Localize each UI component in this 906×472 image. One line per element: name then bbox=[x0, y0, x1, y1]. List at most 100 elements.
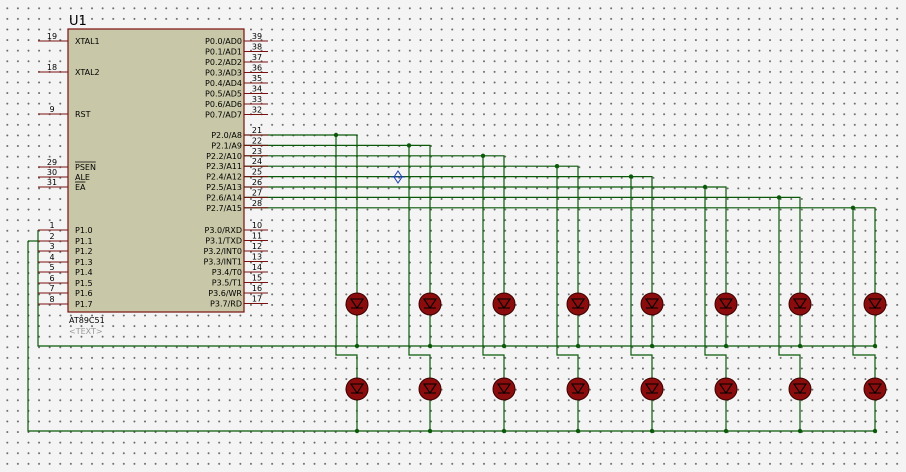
pin-number: 19 bbox=[47, 32, 57, 41]
led-r2-c8[interactable] bbox=[863, 377, 887, 401]
led-body bbox=[492, 292, 516, 316]
pin-number: 27 bbox=[252, 188, 262, 197]
led-r1-c2[interactable] bbox=[418, 292, 442, 316]
pin-number: 23 bbox=[252, 147, 262, 156]
pin-label: P3.7/RD bbox=[210, 300, 242, 309]
led-r1-c4[interactable] bbox=[566, 292, 590, 316]
pin-number: 34 bbox=[252, 85, 262, 94]
pin-number: 11 bbox=[252, 232, 262, 241]
led-r1-c8[interactable] bbox=[863, 292, 887, 316]
led-body bbox=[566, 292, 590, 316]
led-body bbox=[863, 292, 887, 316]
led-r1-c5[interactable] bbox=[640, 292, 664, 316]
pin-number: 39 bbox=[252, 32, 262, 41]
pin-number: 6 bbox=[49, 274, 54, 283]
pin-number: 30 bbox=[47, 168, 57, 177]
led-body bbox=[418, 292, 442, 316]
led-body bbox=[492, 377, 516, 401]
pin-number: 22 bbox=[252, 136, 262, 145]
led-r2-c1[interactable] bbox=[345, 377, 369, 401]
pin-label: P1.6 bbox=[75, 289, 93, 298]
pin-number: 38 bbox=[252, 43, 262, 52]
led-body bbox=[640, 292, 664, 316]
led-r2-c5[interactable] bbox=[640, 377, 664, 401]
led-body bbox=[418, 377, 442, 401]
pin-label: P0.1/AD1 bbox=[205, 48, 242, 57]
pin-label: P2.7/A15 bbox=[206, 204, 242, 213]
chip-ref-label: U1 bbox=[69, 14, 87, 29]
led-r2-c4[interactable] bbox=[566, 377, 590, 401]
pin-label: P1.4 bbox=[75, 268, 93, 277]
pin-label: P0.6/AD6 bbox=[205, 100, 242, 109]
led-body bbox=[345, 377, 369, 401]
pin-label: P0.7/AD7 bbox=[205, 111, 242, 120]
pin-number: 4 bbox=[49, 253, 54, 262]
led-r2-c3[interactable] bbox=[492, 377, 516, 401]
pin-number: 37 bbox=[252, 53, 262, 62]
pin-label: P2.3/A11 bbox=[206, 162, 242, 171]
chip-text-label: <TEXT> bbox=[69, 327, 103, 336]
pin-number: 26 bbox=[252, 178, 262, 187]
right-pins: 39 P0.0/AD0 38 P0.1/AD1 37 P0.2/AD2 36 P0.3/AD3… bbox=[203, 32, 268, 309]
pin-number: 33 bbox=[252, 95, 262, 104]
pin-label: P2.5/A13 bbox=[206, 183, 242, 192]
pin-label: P3.6/WR bbox=[208, 289, 242, 298]
pin-number: 17 bbox=[252, 295, 262, 304]
pin-number: 29 bbox=[47, 158, 57, 167]
pin-number: 32 bbox=[252, 106, 262, 115]
led-r1-c3[interactable] bbox=[492, 292, 516, 316]
pin-label: P1.0 bbox=[75, 226, 93, 235]
pin-number: 18 bbox=[47, 63, 57, 72]
led-r2-c7[interactable] bbox=[788, 377, 812, 401]
pin-label: P3.1/TXD bbox=[205, 237, 242, 246]
pin-number: 10 bbox=[252, 221, 262, 230]
pin-number: 28 bbox=[252, 199, 262, 208]
pin-label: P1.2 bbox=[75, 247, 93, 256]
pin-label: P0.4/AD4 bbox=[205, 79, 242, 88]
pin-number: 31 bbox=[47, 178, 57, 187]
pin-label: XTAL1 bbox=[75, 37, 100, 46]
led-body bbox=[566, 377, 590, 401]
pin-label: RST bbox=[75, 110, 91, 119]
led-r1-c7[interactable] bbox=[788, 292, 812, 316]
chip-u1[interactable]: U1 AT89C51 <TEXT> 19XTAL118XTAL29RST29PS… bbox=[38, 14, 268, 336]
pin-label: P0.2/AD2 bbox=[205, 58, 242, 67]
pin-label: P0.5/AD5 bbox=[205, 90, 242, 99]
pin-label: P1.3 bbox=[75, 258, 93, 267]
pin-label: P1.7 bbox=[75, 300, 93, 309]
pin-label: P2.0/A8 bbox=[211, 131, 242, 140]
pin-number: 36 bbox=[252, 64, 262, 73]
led-r2-c6[interactable] bbox=[714, 377, 738, 401]
led-body bbox=[714, 292, 738, 316]
pin-label: P1.5 bbox=[75, 279, 93, 288]
pin-label: P3.4/T0 bbox=[212, 268, 242, 277]
pin-number: 5 bbox=[49, 263, 54, 272]
pin-label: P3.2/INT0 bbox=[203, 247, 242, 256]
pin-number: 24 bbox=[252, 157, 262, 166]
led-body bbox=[863, 377, 887, 401]
pin-label: P1.1 bbox=[75, 237, 93, 246]
schematic-canvas[interactable]: U1 AT89C51 <TEXT> 19XTAL118XTAL29RST29PS… bbox=[0, 0, 906, 472]
led-body bbox=[714, 377, 738, 401]
pin-label: EA bbox=[75, 183, 86, 192]
pin-number: 25 bbox=[252, 168, 262, 177]
led-r1-c1[interactable] bbox=[345, 292, 369, 316]
cursor-crosshair-icon bbox=[391, 170, 405, 184]
pin-number: 15 bbox=[252, 274, 262, 283]
pin-label: P2.2/A10 bbox=[206, 152, 242, 161]
led-r1-c6[interactable] bbox=[714, 292, 738, 316]
pin-label: P2.6/A14 bbox=[206, 193, 242, 202]
pin-number: 14 bbox=[252, 263, 262, 272]
pin-number: 16 bbox=[252, 284, 262, 293]
pin-number: 12 bbox=[252, 242, 262, 251]
pin-number: 35 bbox=[252, 74, 262, 83]
pin-number: 13 bbox=[252, 253, 262, 262]
pin-label: ALE bbox=[75, 173, 90, 182]
pin-label: XTAL2 bbox=[75, 68, 100, 77]
chip-part-label: AT89C51 bbox=[69, 316, 105, 325]
led-r2-c2[interactable] bbox=[418, 377, 442, 401]
led-body bbox=[788, 292, 812, 316]
pin-label: P2.1/A9 bbox=[211, 141, 242, 150]
pin-number: 3 bbox=[49, 242, 54, 251]
pin-label: P2.4/A12 bbox=[206, 173, 242, 182]
